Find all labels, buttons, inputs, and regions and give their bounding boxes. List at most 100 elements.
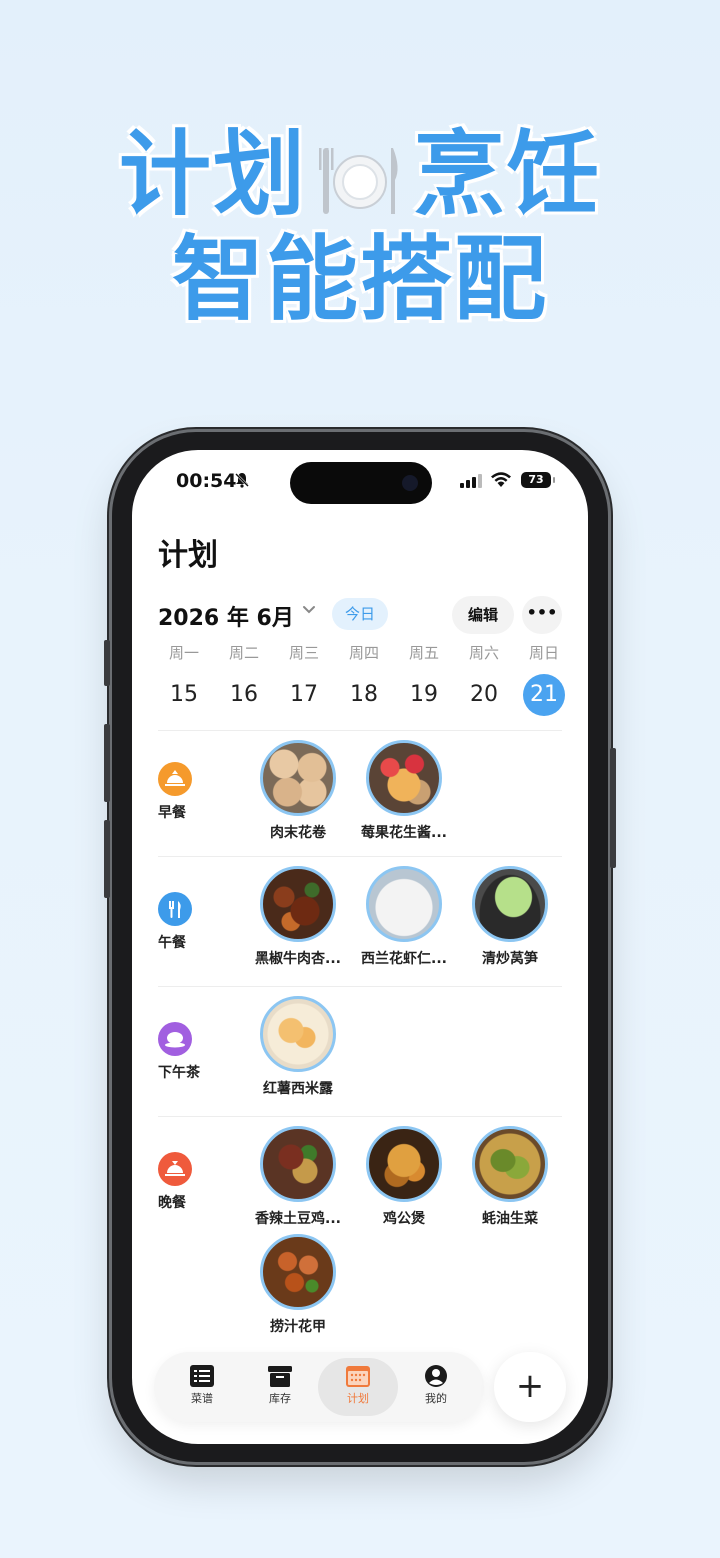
dish-card[interactable]: 西兰花虾仁... — [354, 866, 454, 968]
dish-photo — [472, 866, 548, 942]
meal-label: 早餐 — [158, 805, 186, 821]
dish-card[interactable]: 捞汁花甲 — [248, 1234, 348, 1336]
tab-label: 库存 — [269, 1392, 291, 1405]
meal-section-dinner: 晚餐 香辣土豆鸡... 鸡公煲 蚝油生菜 捞汁花甲 — [158, 1116, 562, 1356]
chevron-down-icon[interactable] — [300, 600, 318, 623]
dish-photo — [260, 1234, 336, 1310]
meal-label: 午餐 — [158, 935, 186, 951]
inventory-icon — [267, 1364, 293, 1388]
date-number: 15 — [170, 682, 198, 707]
week-strip: 周一 15 周二 16 周三 17 周四 18 周五 19 周六 20 周日 21 — [154, 640, 574, 716]
calendar-icon — [345, 1364, 371, 1388]
dish-card[interactable]: 红薯西米露 — [248, 996, 348, 1098]
day-thu[interactable]: 周四 18 — [334, 640, 394, 716]
divider — [158, 730, 562, 731]
date-number: 18 — [350, 682, 378, 707]
more-options-button[interactable]: ••• — [522, 596, 562, 634]
month-selector[interactable]: 2026 年 6月 — [158, 600, 294, 632]
add-button[interactable]: + — [494, 1352, 566, 1422]
dish-name: 清炒莴笋 — [482, 951, 538, 967]
day-fri[interactable]: 周五 19 — [394, 640, 454, 716]
day-mon[interactable]: 周一 15 — [154, 640, 214, 716]
divider — [158, 1116, 562, 1117]
wifi-icon — [490, 470, 512, 488]
day-sun-selected[interactable]: 周日 21 — [514, 640, 574, 716]
meal-label: 下午茶 — [158, 1065, 200, 1081]
dish-card[interactable]: 清炒莴笋 — [460, 866, 560, 968]
dish-card[interactable]: 肉末花卷 — [248, 740, 348, 842]
dish-name: 西兰花虾仁... — [361, 951, 447, 967]
phone-frame: 00:54 73 计划 2026 年 6月 今日 编辑 ••• 周一 15 周二 1… — [104, 432, 616, 1462]
dish-photo — [260, 740, 336, 816]
sunset-icon — [158, 1152, 192, 1186]
front-camera — [402, 475, 418, 491]
dish-card[interactable]: 香辣土豆鸡... — [248, 1126, 348, 1228]
dish-name: 黑椒牛肉杏... — [255, 951, 341, 967]
page-title: 计划 — [158, 538, 218, 573]
tab-inventory[interactable]: 库存 — [240, 1358, 320, 1416]
tab-label: 菜谱 — [191, 1392, 213, 1405]
weekday-label: 周五 — [408, 644, 439, 662]
profile-icon — [423, 1364, 449, 1388]
dish-photo — [472, 1126, 548, 1202]
dynamic-island — [290, 462, 432, 504]
divider — [158, 986, 562, 987]
dish-card[interactable]: 鸡公煲 — [354, 1126, 454, 1228]
weekday-label: 周六 — [468, 644, 499, 662]
dish-name: 红薯西米露 — [263, 1081, 333, 1097]
day-sat[interactable]: 周六 20 — [454, 640, 514, 716]
promo-headline-line2: 智能搭配 — [171, 226, 548, 333]
dish-card[interactable]: 黑椒牛肉杏... — [248, 866, 348, 968]
meal-section-breakfast: 早餐 肉末花卷 莓果花生酱... — [158, 730, 562, 860]
fork-knife-icon — [158, 892, 192, 926]
tab-recipes[interactable]: 菜谱 — [162, 1358, 242, 1416]
dish-name: 蚝油生菜 — [482, 1211, 538, 1227]
meal-label: 晚餐 — [158, 1195, 186, 1211]
meal-section-lunch: 午餐 黑椒牛肉杏... 西兰花虾仁... 清炒莴笋 — [158, 856, 562, 986]
tab-profile[interactable]: 我的 — [396, 1358, 476, 1416]
weekday-label: 周二 — [228, 644, 259, 662]
weekday-label: 周一 — [168, 644, 199, 662]
date-number: 17 — [290, 682, 318, 707]
teacup-icon — [158, 1022, 192, 1056]
app-screen: 00:54 73 计划 2026 年 6月 今日 编辑 ••• 周一 15 周二 1… — [132, 450, 588, 1444]
tab-label: 我的 — [425, 1392, 447, 1405]
today-button[interactable]: 今日 — [332, 598, 388, 630]
divider — [158, 856, 562, 857]
date-number: 16 — [230, 682, 258, 707]
date-number: 19 — [410, 682, 438, 707]
dish-photo — [366, 1126, 442, 1202]
volume-up-button — [104, 724, 110, 802]
sunrise-icon — [158, 762, 192, 796]
dish-name: 鸡公煲 — [383, 1211, 425, 1227]
power-button — [610, 748, 616, 868]
dish-name: 香辣土豆鸡... — [255, 1211, 341, 1227]
tab-label: 计划 — [347, 1392, 369, 1405]
bottom-tab-bar: 菜谱 库存 计划 我的 — [154, 1352, 484, 1422]
day-wed[interactable]: 周三 17 — [274, 640, 334, 716]
recipe-icon — [189, 1364, 215, 1388]
dish-name: 肉末花卷 — [270, 825, 326, 841]
dish-name: 捞汁花甲 — [270, 1319, 326, 1335]
dish-photo — [260, 866, 336, 942]
weekday-label: 周四 — [348, 644, 379, 662]
dish-card[interactable]: 莓果花生酱... — [354, 740, 454, 842]
dish-photo — [366, 740, 442, 816]
tab-plan[interactable]: 计划 — [318, 1358, 398, 1416]
bell-muted-icon — [234, 472, 250, 492]
edit-button[interactable]: 编辑 — [452, 596, 514, 634]
dish-card[interactable]: 蚝油生菜 — [460, 1126, 560, 1228]
battery-indicator: 73 — [521, 472, 555, 488]
weekday-label: 周三 — [288, 644, 319, 662]
volume-down-button — [104, 820, 110, 898]
cellular-signal-icon — [460, 474, 482, 488]
status-time: 00:54 — [176, 470, 237, 492]
dish-photo — [260, 996, 336, 1072]
dish-photo — [366, 866, 442, 942]
weekday-label: 周日 — [528, 644, 559, 662]
meal-section-afternoon-tea: 下午茶 红薯西米露 — [158, 986, 562, 1116]
date-number: 20 — [470, 682, 498, 707]
date-number: 21 — [523, 674, 565, 716]
day-tue[interactable]: 周二 16 — [214, 640, 274, 716]
dish-photo — [260, 1126, 336, 1202]
